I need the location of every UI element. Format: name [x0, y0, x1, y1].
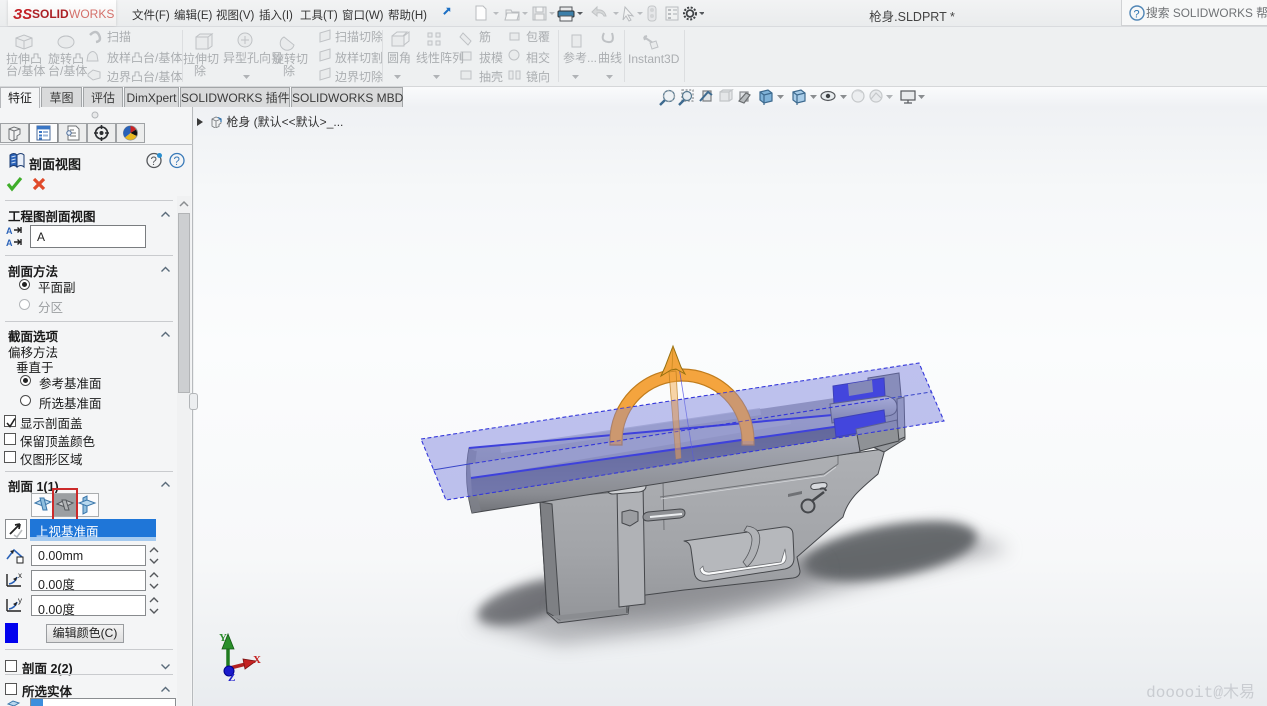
svg-text:Z: Z — [228, 672, 235, 684]
svg-text:相交: 相交 — [526, 50, 550, 65]
svg-text:放样切割: 放样切割 — [335, 50, 383, 65]
svg-text:A: A — [6, 226, 13, 236]
svg-text:台/基体: 台/基体 — [6, 63, 45, 78]
svg-text:ЗS: ЗS — [13, 7, 32, 23]
svg-text:参考...: 参考... — [563, 50, 597, 65]
svg-text:线性阵列: 线性阵列 — [416, 51, 464, 65]
svg-text:边界凸台/基体: 边界凸台/基体 — [107, 69, 182, 84]
svg-text:扫描切除: 扫描切除 — [335, 29, 383, 44]
svg-text:Instant3D: Instant3D — [628, 52, 680, 66]
svg-text:搜索 SOLIDWORKS 帮助: 搜索 SOLIDWORKS 帮助 — [1146, 6, 1267, 20]
svg-text:筋: 筋 — [479, 29, 491, 44]
svg-text:曲线: 曲线 — [598, 51, 622, 65]
svg-text:圆角: 圆角 — [387, 51, 411, 65]
svg-text:抽壳: 抽壳 — [479, 70, 503, 84]
svg-text:扫描: 扫描 — [107, 30, 131, 44]
svg-text:SOLID: SOLID — [32, 7, 69, 21]
svg-text:包覆: 包覆 — [526, 30, 550, 44]
svg-text:除: 除 — [283, 63, 295, 78]
svg-text:y: y — [18, 596, 22, 605]
svg-text:Y: Y — [219, 632, 227, 644]
svg-text:放样凸台/基体: 放样凸台/基体 — [107, 50, 182, 65]
svg-text:除: 除 — [194, 63, 206, 78]
svg-text:A: A — [6, 238, 13, 248]
svg-text:?: ? — [151, 156, 157, 168]
svg-text:台/基体: 台/基体 — [48, 63, 87, 78]
svg-text:边界切除: 边界切除 — [335, 69, 383, 84]
svg-text:镜向: 镜向 — [526, 69, 550, 84]
svg-text:x: x — [18, 571, 22, 580]
svg-text:X: X — [253, 654, 261, 666]
svg-text:?: ? — [1134, 9, 1140, 21]
svg-text:?: ? — [174, 156, 180, 168]
svg-text:WORKS: WORKS — [69, 7, 114, 21]
svg-text:拔模: 拔模 — [479, 50, 503, 65]
